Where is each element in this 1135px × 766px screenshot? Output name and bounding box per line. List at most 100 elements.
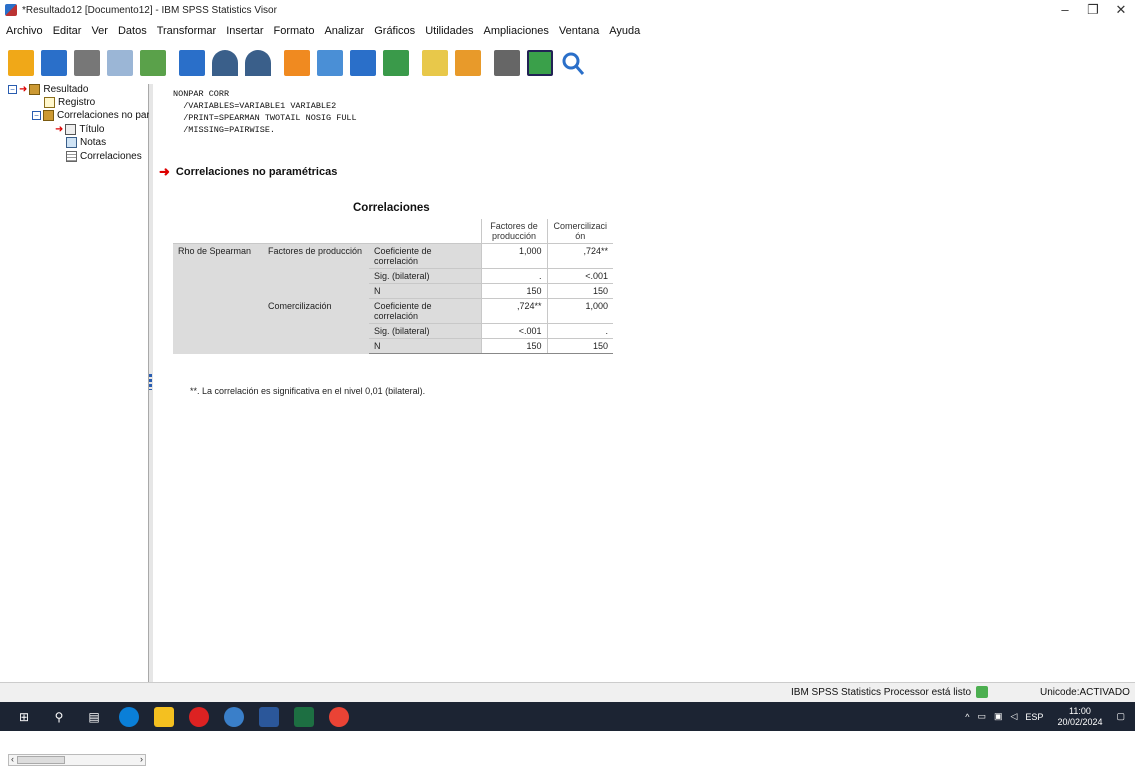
clock-time: 11:00 (1069, 705, 1091, 716)
windows-taskbar: ⊞ ⚲ ▤ ^ ▭ ▣ ◁ ESP 11:00 20/02/2024 ▢ (0, 702, 1135, 731)
menu-analizar[interactable]: Analizar (324, 25, 364, 37)
unicode-status: Unicode:ACTIVADO (1040, 687, 1130, 698)
table-cell: <.001 (480, 323, 547, 339)
show-all-icon[interactable] (527, 50, 553, 76)
status-bar: IBM SPSS Statistics Processor está listo… (0, 682, 1135, 702)
table-cell: 150 (546, 283, 613, 299)
processor-ready-icon (976, 686, 988, 698)
tree-item-titulo[interactable]: ➜ Título (55, 124, 104, 135)
stat-label: N (369, 283, 481, 299)
windows-start-icon[interactable]: ⊞ (14, 707, 34, 727)
table-cell: <.001 (546, 268, 613, 284)
create-title-icon[interactable] (455, 50, 481, 76)
book-icon (43, 110, 54, 121)
tree-label: Registro (58, 97, 96, 108)
row-variable-label: Factores de producción (263, 243, 369, 299)
notifications-icon[interactable]: ▢ (1116, 711, 1125, 722)
word-icon[interactable] (259, 706, 279, 727)
collapse-icon[interactable]: − (32, 111, 41, 120)
tree-label: Título (79, 124, 105, 135)
current-arrow-icon: ➜ (159, 164, 170, 179)
processor-status: IBM SPSS Statistics Processor está listo (791, 687, 972, 698)
task-view-icon[interactable]: ▤ (84, 707, 104, 727)
table-cell: ,724** (480, 298, 547, 324)
section-heading-text: Correlaciones no paramétricas (175, 166, 338, 178)
close-button[interactable]: ✕ (1103, 0, 1135, 20)
table-title: Correlaciones (353, 202, 430, 214)
print-icon[interactable] (74, 50, 100, 76)
table-cell: ,724** (546, 243, 613, 269)
variables-icon[interactable] (383, 50, 409, 76)
goto-variable-icon[interactable] (350, 50, 376, 76)
undo-icon[interactable] (212, 50, 238, 76)
column-header: Factores de producción (480, 219, 547, 244)
scroll-thumb[interactable] (17, 756, 65, 764)
volume-icon[interactable]: ◁ (1011, 711, 1018, 722)
stat-label: N (369, 338, 481, 354)
menu-ver[interactable]: Ver (91, 25, 108, 37)
tree-item-correlaciones[interactable]: Correlaciones (66, 151, 142, 162)
menu-graficos[interactable]: Gráficos (374, 25, 415, 37)
recall-dialog-icon[interactable] (179, 50, 205, 76)
menu-formato[interactable]: Formato (274, 25, 315, 37)
title-icon (65, 124, 77, 135)
chrome-icon[interactable] (329, 706, 349, 727)
table-cell: . (546, 323, 613, 339)
menu-ampliaciones[interactable]: Ampliaciones (484, 25, 549, 37)
tree-label: Correlaciones (80, 151, 142, 162)
clock[interactable]: 11:00 20/02/2024 (1057, 706, 1102, 728)
correlations-table[interactable]: Factores de producción Comercilizaci ón … (173, 219, 613, 354)
table-header-row: Factores de producción Comercilizaci ón (173, 219, 613, 244)
table-cell: 1,000 (546, 298, 613, 324)
table-cell: . (480, 268, 547, 284)
table-icon (66, 151, 77, 162)
menu-insertar[interactable]: Insertar (226, 25, 263, 37)
tree-item-correlaciones-no-para[interactable]: − Correlaciones no para (32, 110, 155, 121)
tree-item-resultado[interactable]: − ➜ Resultado (8, 84, 88, 95)
scroll-right-icon[interactable]: › (140, 754, 143, 764)
opera-icon[interactable] (189, 706, 209, 727)
scroll-left-icon[interactable]: ‹ (11, 754, 14, 764)
menu-transformar[interactable]: Transformar (157, 25, 217, 37)
excel-icon[interactable] (294, 706, 314, 727)
menu-editar[interactable]: Editar (53, 25, 82, 37)
table-cell: 150 (546, 338, 613, 354)
output-content-pane: NONPAR CORR /VARIABLES=VARIABLE1 VARIABL… (153, 84, 1135, 682)
search-icon[interactable]: ⚲ (49, 707, 69, 727)
network-icon[interactable]: ▣ (994, 711, 1003, 722)
save-icon[interactable] (41, 50, 67, 76)
edge-icon[interactable] (119, 706, 139, 727)
table-footnote: **. La correlación es significativa en e… (190, 386, 426, 396)
redo-icon[interactable] (245, 50, 271, 76)
table-row: Rho de Spearman Factores de producción C… (173, 243, 613, 354)
splitter-grip[interactable] (149, 374, 152, 390)
collapse-icon[interactable]: − (8, 85, 17, 94)
goto-data-icon[interactable] (284, 50, 310, 76)
tree-item-notas[interactable]: Notas (66, 137, 106, 148)
language-indicator[interactable]: ESP (1025, 712, 1043, 722)
title-bar: *Resultado12 [Documento12] - IBM SPSS St… (0, 0, 1135, 20)
print-preview-icon[interactable] (107, 50, 133, 76)
file-explorer-icon[interactable] (154, 706, 174, 727)
current-arrow-icon: ➜ (19, 84, 28, 95)
column-header: Comercilizaci ón (546, 219, 613, 244)
goto-case-icon[interactable] (317, 50, 343, 76)
outline-pane: − ➜ Resultado Registro − Correlaciones n… (0, 84, 155, 766)
outline-horizontal-scrollbar[interactable]: ‹ › (8, 754, 146, 766)
menu-utilidades[interactable]: Utilidades (425, 25, 473, 37)
open-icon[interactable] (8, 50, 34, 76)
tree-label: Resultado (43, 84, 89, 95)
spss-taskbar-icon[interactable] (224, 706, 244, 727)
menu-archivo[interactable]: Archivo (6, 25, 43, 37)
battery-icon[interactable]: ▭ (977, 711, 986, 722)
menu-ventana[interactable]: Ventana (559, 25, 599, 37)
export-icon[interactable] (140, 50, 166, 76)
search-icon[interactable] (560, 50, 586, 76)
hide-icon[interactable] (494, 50, 520, 76)
menu-datos[interactable]: Datos (118, 25, 147, 37)
insert-output-icon[interactable] (422, 50, 448, 76)
table-cell: 150 (480, 283, 547, 299)
show-hidden-icons-icon[interactable]: ^ (965, 712, 969, 722)
menu-ayuda[interactable]: Ayuda (609, 25, 640, 37)
tree-item-registro[interactable]: Registro (44, 97, 95, 108)
